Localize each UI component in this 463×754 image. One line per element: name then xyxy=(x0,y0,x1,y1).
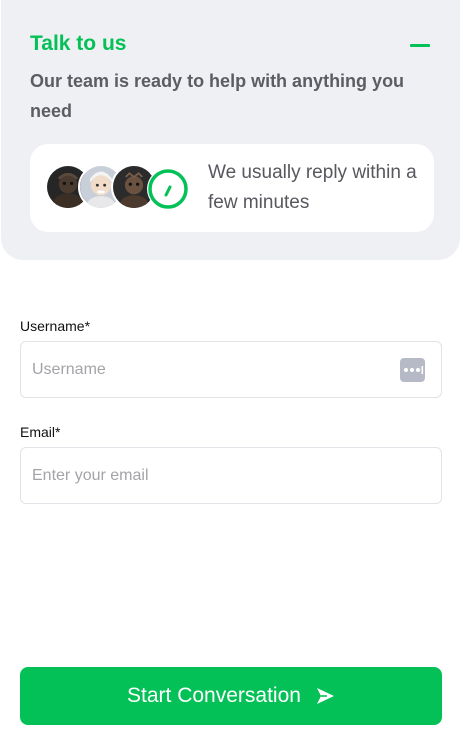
email-input[interactable] xyxy=(21,448,441,503)
username-field xyxy=(20,341,442,398)
start-conversation-button[interactable]: Start Conversation xyxy=(20,667,442,725)
header-subtitle: Our team is ready to help with anything … xyxy=(30,71,405,121)
start-conversation-label: Start Conversation xyxy=(127,684,301,707)
username-label: Username* xyxy=(20,318,91,334)
reply-time-text: We usually reply within a few minutes xyxy=(208,162,417,213)
minus-icon xyxy=(410,43,430,47)
send-icon xyxy=(316,688,334,704)
username-input[interactable] xyxy=(21,342,441,397)
chat-header-card: Talk to us Our team is ready to help wit… xyxy=(1,0,460,260)
header-title: Talk to us xyxy=(30,32,127,55)
email-field xyxy=(20,447,442,504)
password-manager-icon[interactable] xyxy=(400,358,425,382)
minimize-button[interactable] xyxy=(405,34,435,56)
email-label: Email* xyxy=(20,424,61,440)
reply-timer-icon xyxy=(147,168,189,210)
reply-time-card: We usually reply within a few minutes xyxy=(30,144,434,232)
